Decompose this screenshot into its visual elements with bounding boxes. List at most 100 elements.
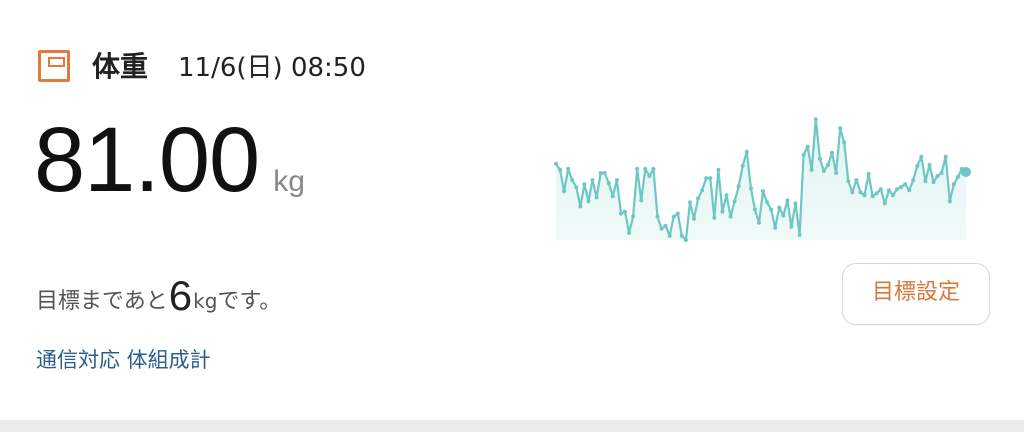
chart-data-point: [635, 166, 640, 171]
chart-data-point: [667, 233, 672, 238]
chart-data-point: [785, 198, 790, 203]
chart-data-point: [769, 207, 774, 212]
chart-data-point: [752, 207, 757, 212]
chart-data-point: [610, 194, 615, 199]
device-link[interactable]: 通信対応 体組成計: [36, 345, 211, 375]
chart-data-point: [732, 199, 737, 204]
weight-unit: kg: [273, 165, 305, 198]
chart-data-point: [886, 188, 891, 193]
chart-data-point: [598, 171, 603, 175]
chart-data-point: [947, 199, 952, 204]
chart-data-point: [744, 149, 749, 154]
chart-data-point: [688, 200, 692, 205]
chart-data-point: [716, 167, 721, 172]
chart-data-point: [955, 175, 960, 179]
chart-data-point: [903, 182, 908, 187]
chart-data-point: [651, 166, 656, 171]
chart-data-point: [951, 182, 956, 187]
chart-data-point: [631, 214, 636, 219]
chart-data-point: [838, 126, 843, 131]
chart-data-point: [562, 189, 567, 194]
chart-data-point: [817, 156, 822, 161]
chart-data-point: [639, 198, 644, 203]
chart-data-point: [842, 140, 847, 145]
chart-data-point: [602, 171, 607, 175]
chart-data-point: [712, 215, 717, 220]
chart-data-point: [874, 191, 879, 196]
chart-data-point: [899, 185, 903, 190]
chart-data-point: [724, 193, 729, 198]
chart-data-point: [570, 178, 575, 183]
chart-data-point: [765, 200, 770, 205]
chart-data-point: [935, 174, 940, 178]
chart-data-point: [789, 224, 794, 229]
weight-trend-chart[interactable]: [548, 100, 980, 246]
chart-data-point: [679, 233, 684, 238]
chart-data-point: [793, 201, 798, 206]
bottom-divider: [0, 420, 1024, 432]
chart-data-point: [850, 190, 855, 195]
chart-data-point: [826, 162, 830, 167]
weight-reading: 81.00 kg: [34, 110, 305, 210]
chart-data-point: [708, 176, 713, 181]
chart-data-point: [781, 213, 786, 218]
chart-data-point: [740, 163, 745, 168]
weight-value: 81.00: [34, 109, 260, 211]
chart-data-point: [736, 184, 741, 189]
chart-data-point: [895, 187, 899, 192]
chart-data-point: [683, 238, 688, 242]
chart-data-point: [777, 205, 782, 210]
chart-data-point: [773, 225, 778, 230]
chart-data-point: [797, 232, 802, 237]
goal-status: 目標まであと6kgです。: [36, 272, 281, 322]
goal-suffix: です。: [217, 289, 282, 314]
chart-data-point: [590, 178, 595, 183]
chart-data-point: [830, 150, 834, 155]
chart-data-point: [846, 179, 851, 184]
chart-data-point: [923, 179, 928, 184]
chart-data-point: [915, 163, 920, 168]
chart-data-point: [882, 201, 887, 206]
chart-data-point: [578, 204, 583, 209]
chart-data-point: [919, 154, 924, 159]
chart-data-point: [671, 214, 676, 219]
chart-data-point: [558, 167, 563, 172]
chart-data-point: [623, 209, 627, 214]
chart-data-point: [943, 154, 948, 159]
chart-data-point: [809, 167, 814, 172]
chart-data-point: [647, 174, 652, 178]
chart-data-point: [619, 211, 623, 216]
chart-data-point: [854, 178, 859, 183]
chart-data-point: [748, 186, 753, 191]
chart-data-point: [907, 188, 912, 193]
chart-data-point: [586, 199, 591, 204]
chart-data-point: [643, 166, 648, 171]
chart-data-point: [594, 195, 599, 200]
chart-data-point: [805, 144, 810, 149]
chart-data-point: [866, 172, 871, 176]
chart-data-point: [663, 223, 668, 228]
goal-prefix: 目標まであと: [36, 289, 168, 314]
chart-data-point: [927, 162, 932, 167]
goal-setting-button[interactable]: 目標設定: [842, 263, 990, 325]
chart-data-point: [870, 194, 875, 199]
chart-data-point: [627, 230, 632, 235]
scale-icon: [38, 50, 70, 82]
chart-data-point: [890, 193, 895, 198]
chart-data-point: [606, 181, 611, 186]
chart-data-point: [675, 211, 680, 216]
chart-data-point: [911, 178, 916, 183]
chart-data-point: [878, 187, 883, 192]
weight-card[interactable]: 体重 11/6(日) 08:50 81.00 kg 目標まであと6kgです。 目標…: [0, 0, 1024, 420]
chart-data-point: [728, 214, 733, 219]
chart-data-point: [692, 216, 696, 221]
chart-data-point: [862, 193, 867, 198]
chart-data-point: [704, 176, 709, 181]
chart-data-point: [821, 169, 826, 173]
chart-data-point: [554, 161, 558, 166]
chart-data-point: [614, 178, 619, 183]
chart-data-point: [696, 196, 701, 201]
measurement-datetime: 11/6(日) 08:50: [178, 53, 366, 83]
chart-data-point: [858, 190, 863, 195]
chart-data-point: [574, 185, 579, 190]
